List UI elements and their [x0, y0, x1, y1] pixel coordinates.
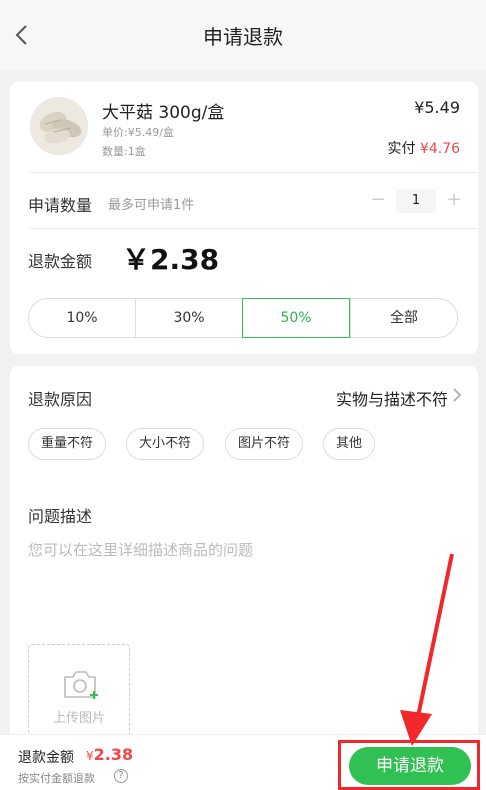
- annotation-arrow: [400, 553, 454, 746]
- back-arrow-icon[interactable]: [12, 24, 34, 46]
- refund-info-card: 大平菇 300g/盒 单价:¥5.49/盒 数量:1盒 ¥5.49 实付 ¥4.…: [10, 82, 478, 354]
- product-unit-price: 单价:¥5.49/盒: [102, 126, 174, 139]
- divider: [28, 172, 478, 173]
- paid-label: 实付: [387, 141, 416, 157]
- help-icon[interactable]: ?: [114, 769, 128, 783]
- reason-tag-image[interactable]: 图片不符: [225, 428, 304, 460]
- description-input[interactable]: 您可以在这里详细描述商品的问题: [28, 539, 253, 560]
- qty-value[interactable]: 1: [396, 189, 436, 213]
- reason-selector[interactable]: 实物与描述不符: [336, 386, 448, 410]
- apply-qty-label: 申请数量: [28, 196, 93, 215]
- camera-add-icon: [64, 671, 98, 699]
- description-label: 问题描述: [28, 507, 93, 526]
- nav-bar: 申请退款: [0, 0, 486, 70]
- product-name: 大平菇 300g/盒: [102, 103, 225, 123]
- chevron-right-icon[interactable]: [452, 387, 462, 403]
- paid-amount: ¥4.76: [419, 141, 460, 157]
- paid-amount-row: 实付 ¥4.76: [387, 138, 460, 158]
- percent-option-30[interactable]: 30%: [135, 299, 242, 337]
- product-price: ¥5.49: [414, 98, 460, 117]
- bottom-amount-label: 退款金额: [18, 750, 74, 766]
- reason-tag-size[interactable]: 大小不符: [126, 428, 205, 460]
- product-image: [30, 97, 88, 155]
- upload-image-button[interactable]: 上传图片: [28, 644, 130, 746]
- qty-minus-button[interactable]: −: [370, 190, 386, 210]
- percent-option-all[interactable]: 全部: [350, 299, 457, 337]
- upload-image-label: 上传图片: [52, 711, 105, 726]
- percent-selector: 10% 30% 50% 全部: [28, 298, 458, 338]
- bottom-amount: ¥2.38: [86, 745, 133, 764]
- divider: [28, 228, 478, 229]
- page-title: 申请退款: [203, 24, 283, 49]
- reason-tag-other[interactable]: 其他: [323, 428, 376, 460]
- apply-qty-hint: 最多可申请1件: [108, 198, 195, 213]
- product-quantity: 数量:1盒: [102, 145, 146, 158]
- currency-symbol: ¥: [86, 749, 94, 763]
- reason-label: 退款原因: [28, 390, 93, 409]
- refund-note: 按实付金额退款: [18, 772, 95, 785]
- refund-amount-label: 退款金额: [28, 252, 93, 271]
- submit-highlight-box: 申请退款: [338, 740, 480, 790]
- bottom-amount-value: 2.38: [93, 745, 134, 764]
- percent-option-10[interactable]: 10%: [29, 299, 135, 337]
- reason-tag-weight[interactable]: 重量不符: [28, 428, 107, 460]
- qty-plus-button[interactable]: +: [446, 190, 462, 210]
- submit-refund-button[interactable]: 申请退款: [349, 747, 471, 785]
- percent-option-50[interactable]: 50%: [242, 298, 350, 338]
- refund-amount-value: ￥2.38: [122, 243, 220, 276]
